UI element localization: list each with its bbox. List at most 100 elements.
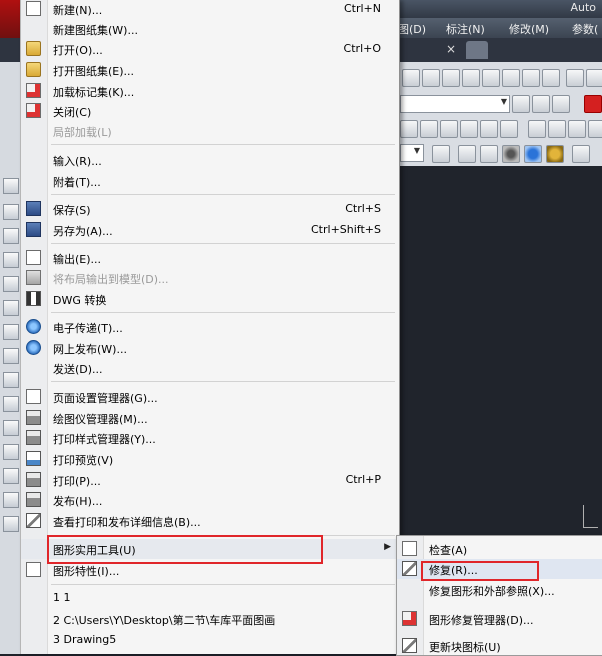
render-icon[interactable] — [480, 145, 498, 163]
menu-item-label: 输入(R)... — [53, 155, 102, 168]
tool-icon[interactable] — [3, 468, 19, 484]
submenu-item-update-block-icons[interactable]: 更新块图标(U) — [397, 636, 602, 656]
toolbar-icon[interactable] — [522, 69, 540, 87]
menu-item-export[interactable]: 输出(E)... — [21, 248, 399, 268]
solid-icon[interactable] — [568, 120, 586, 138]
menu-item-plot-preview[interactable]: 打印预览(V) — [21, 449, 399, 469]
menu-item-label: 打印预览(V) — [53, 454, 114, 467]
box-icon[interactable] — [400, 120, 418, 138]
toolbar-icon[interactable] — [586, 69, 602, 87]
submenu-item-recover[interactable]: 修复(R)... — [397, 559, 602, 579]
solid-icon[interactable] — [588, 120, 602, 138]
tool-icon[interactable] — [3, 300, 19, 316]
torus-icon[interactable] — [480, 120, 498, 138]
menu-item-close[interactable]: 关闭(C) — [21, 101, 399, 121]
render-icon[interactable] — [458, 145, 476, 163]
menu-item-etransmit[interactable]: 电子传递(T)... — [21, 317, 399, 337]
solid-icon[interactable] — [548, 120, 566, 138]
submenu-item-label: 修复图形和外部参照(X)... — [429, 585, 555, 598]
toolbar-icon[interactable] — [482, 69, 500, 87]
material-icon[interactable] — [502, 145, 520, 163]
menu-item-page-setup-manager[interactable]: 页面设置管理器(G)... — [21, 387, 399, 407]
plot-details-icon — [26, 513, 41, 528]
sphere-icon[interactable] — [440, 120, 458, 138]
material-icon[interactable] — [524, 145, 542, 163]
menu-item-plot-style-manager[interactable]: 打印样式管理器(Y)... — [21, 428, 399, 448]
menu-item-dwg-convert[interactable]: DWG 转换 — [21, 289, 399, 309]
cylinder-icon[interactable] — [420, 120, 438, 138]
layer-icon[interactable] — [532, 95, 550, 113]
recover-icon — [402, 561, 417, 576]
menu-item-label: 电子传递(T)... — [53, 322, 123, 335]
menu-item-save-as[interactable]: 另存为(A)... Ctrl+Shift+S — [21, 220, 399, 240]
menu-item-plot[interactable]: 打印(P)... Ctrl+P — [21, 470, 399, 490]
audit-icon — [402, 541, 417, 556]
material-icon[interactable] — [546, 145, 564, 163]
zoom-icon[interactable] — [402, 69, 420, 87]
line-tool-icon[interactable] — [3, 178, 19, 194]
menu-item-drawing-properties[interactable]: 图形特性(I)... — [21, 560, 399, 580]
menu-item-load-markup-set[interactable]: 加载标记集(K)... — [21, 81, 399, 101]
tool-icon[interactable] — [3, 444, 19, 460]
render-icon[interactable] — [432, 145, 450, 163]
submenu-item-drawing-recovery-manager[interactable]: 图形修复管理器(D)... — [397, 609, 602, 629]
wedge-icon[interactable] — [500, 120, 518, 138]
menu-item-recent-1[interactable]: 1 1 — [21, 588, 399, 608]
menu-item-save[interactable]: 保存(S) Ctrl+S — [21, 199, 399, 219]
layer-icon[interactable] — [512, 95, 530, 113]
app-logo-icon[interactable] — [0, 0, 22, 38]
submenu-item-label: 检查(A) — [429, 544, 468, 557]
new-tab-button[interactable] — [466, 41, 488, 59]
menu-item-publish[interactable]: 发布(H)... — [21, 490, 399, 510]
tool-icon[interactable] — [3, 204, 19, 220]
toolbar-icon[interactable] — [462, 69, 480, 87]
tool-icon[interactable] — [3, 228, 19, 244]
render-icon[interactable] — [572, 145, 590, 163]
menu-item-plotter-manager[interactable]: 绘图仪管理器(M)... — [21, 408, 399, 428]
view-combo[interactable] — [400, 144, 424, 162]
toolbar-icon[interactable] — [442, 69, 460, 87]
menu-draw[interactable]: 图(D) — [398, 21, 426, 37]
submenu-item-audit[interactable]: 检查(A) — [397, 539, 602, 559]
menu-item-attach[interactable]: 附着(T)... — [21, 171, 399, 191]
help-icon[interactable] — [566, 69, 584, 87]
menu-item-drawing-utilities[interactable]: 图形实用工具(U) ▶ — [21, 539, 399, 559]
menu-item-label: 页面设置管理器(G)... — [53, 392, 158, 405]
tool-icon[interactable] — [3, 396, 19, 412]
tool-icon[interactable] — [3, 492, 19, 508]
menu-item-publish-to-web[interactable]: 网上发布(W)... — [21, 338, 399, 358]
tool-icon[interactable] — [3, 372, 19, 388]
menu-item-new[interactable]: 新建(N)... Ctrl+N — [21, 0, 399, 19]
menu-item-shortcut: Ctrl+P — [345, 473, 381, 486]
open-folder-icon — [26, 41, 41, 56]
tab-close-icon[interactable]: × — [440, 42, 462, 58]
menu-item-send[interactable]: 发送(D)... — [21, 358, 399, 378]
menu-modify[interactable]: 修改(M) — [509, 21, 549, 37]
tool-icon[interactable] — [3, 348, 19, 364]
layer-icon[interactable] — [552, 95, 570, 113]
menu-item-open-sheet-set[interactable]: 打开图纸集(E)... — [21, 60, 399, 80]
tool-icon[interactable] — [3, 516, 19, 532]
ucs-icon — [583, 505, 598, 528]
layer-combo[interactable] — [400, 95, 510, 113]
menu-dimension[interactable]: 标注(N) — [446, 21, 485, 37]
menu-item-open[interactable]: 打开(O)... Ctrl+O — [21, 39, 399, 59]
menu-item-recent-3[interactable]: 3 Drawing5 — [21, 630, 399, 650]
calculator-icon[interactable] — [542, 69, 560, 87]
submenu-item-recover-with-xrefs[interactable]: 修复图形和外部参照(X)... — [397, 580, 602, 600]
tool-icon[interactable] — [3, 276, 19, 292]
cone-icon[interactable] — [460, 120, 478, 138]
menu-parameters[interactable]: 参数( — [572, 21, 598, 37]
tool-icon[interactable] — [3, 324, 19, 340]
menu-item-plot-publish-details[interactable]: 查看打印和发布详细信息(B)... — [21, 511, 399, 531]
tool-icon[interactable] — [3, 420, 19, 436]
toolbar-icon[interactable] — [422, 69, 440, 87]
menu-item-label: 打开(O)... — [53, 44, 103, 57]
menu-item-import[interactable]: 输入(R)... — [21, 150, 399, 170]
color-swatch-icon[interactable] — [584, 95, 602, 113]
toolbar-icon[interactable] — [502, 69, 520, 87]
tool-icon[interactable] — [3, 252, 19, 268]
menu-item-new-sheet-set[interactable]: 新建图纸集(W)... — [21, 19, 399, 39]
solid-icon[interactable] — [528, 120, 546, 138]
menu-item-recent-2[interactable]: 2 C:\Users\Y\Desktop\第二节\车库平面图画 — [21, 609, 399, 629]
